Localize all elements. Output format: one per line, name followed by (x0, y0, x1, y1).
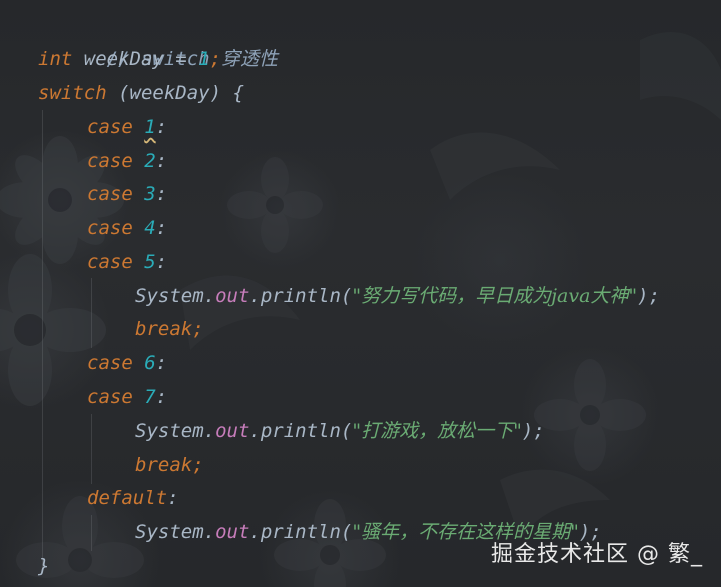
code-line-case-3: case 3: (87, 177, 167, 211)
case-value: 3 (144, 183, 156, 205)
class-system: System (135, 420, 204, 442)
switch-expression: (weekDay) { (106, 82, 244, 104)
class-system: System (135, 521, 204, 543)
case-value: 6 (144, 352, 156, 374)
semicolon: ; (192, 318, 204, 340)
code-line-declaration: int weekDay = 1; (38, 42, 221, 76)
keyword-case: case (87, 183, 133, 205)
dot: . (203, 420, 216, 442)
colon: : (155, 183, 168, 205)
code-line-comment: // switch 穿透性 (38, 8, 278, 70)
colon: : (155, 116, 168, 138)
code-line-case-7: case 7: (87, 380, 167, 414)
indent-guide (42, 110, 43, 570)
keyword-break: break (135, 454, 193, 476)
code-line-case-5: case 5: (87, 245, 167, 279)
colon: : (167, 487, 179, 509)
code-line-break-1: break; (135, 312, 204, 346)
indent-guide (91, 278, 92, 348)
code-line-case-6: case 6: (87, 346, 167, 380)
code-line-case-2: case 2: (87, 144, 167, 178)
number-literal: 1 (198, 48, 210, 70)
indent-guide (91, 414, 92, 484)
keyword-int: int (38, 48, 73, 70)
watermark: 掘金技术社区 @ 繁_ (491, 542, 703, 567)
semicolon: ; (192, 454, 204, 476)
case-value: 5 (144, 251, 156, 273)
keyword-case: case (87, 217, 133, 239)
keyword-break: break (135, 318, 193, 340)
code-line-println-1: System.out.println("努力写代码，早日成为java大神"); (135, 279, 660, 313)
colon: : (155, 150, 168, 172)
string-literal: "打游戏，放松一下" (352, 420, 522, 442)
close-brace: } (38, 555, 50, 577)
assign-operator: = (163, 48, 199, 70)
close-call: ); (637, 285, 661, 307)
keyword-case: case (87, 386, 133, 408)
keyword-switch: switch (38, 82, 107, 104)
field-out: out (215, 285, 250, 307)
case-value: 7 (144, 386, 156, 408)
string-literal: "努力写代码，早日成为java大神" (352, 285, 638, 307)
keyword-case: case (87, 352, 133, 374)
variable-weekday: weekDay (83, 48, 164, 70)
code-line-println-2: System.out.println("打游戏，放松一下"); (135, 414, 545, 448)
code-line-default: default: (87, 481, 179, 515)
colon: : (155, 352, 168, 374)
semicolon: ; (209, 48, 222, 70)
method-println: .println( (249, 285, 353, 307)
code-line-break-2: break; (135, 448, 204, 482)
dot: . (203, 521, 216, 543)
code-line-case-4: case 4: (87, 211, 167, 245)
keyword-case: case (87, 251, 133, 273)
keyword-case: case (87, 150, 133, 172)
keyword-default: default (87, 487, 168, 509)
field-out: out (215, 521, 250, 543)
keyword-case: case (87, 116, 133, 138)
colon: : (155, 251, 168, 273)
method-println: .println( (249, 420, 353, 442)
field-out: out (215, 420, 250, 442)
colon: : (155, 386, 168, 408)
code-line-close-brace: } (38, 549, 49, 583)
case-value: 4 (144, 217, 156, 239)
colon: : (155, 217, 168, 239)
case-value: 2 (144, 150, 156, 172)
indent-guide (91, 515, 92, 551)
close-call: ); (521, 420, 545, 442)
code-line-switch: switch (weekDay) { (38, 76, 244, 110)
dot: . (203, 285, 216, 307)
code-editor[interactable]: // switch 穿透性 int weekDay = 1; switch (w… (0, 0, 721, 587)
case-value: 1 (144, 116, 156, 138)
method-println: .println( (249, 521, 353, 543)
code-line-case-1: case 1: (87, 110, 167, 144)
class-system: System (135, 285, 204, 307)
